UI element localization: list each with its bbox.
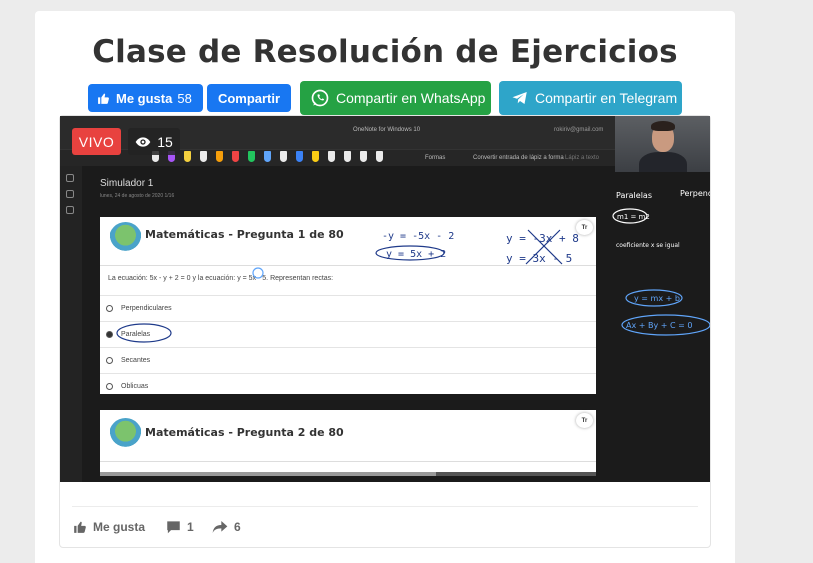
eye-icon: [135, 136, 151, 147]
comment-icon: [167, 521, 180, 534]
side-title-paralelas: Paralelas: [616, 191, 652, 200]
hand-eq1: -y = -5x - 2: [382, 231, 454, 242]
presenter-webcam: [615, 116, 710, 172]
whatsapp-icon: [311, 89, 329, 107]
facebook-like-count: 58: [177, 90, 192, 106]
facebook-like-label: Me gusta: [116, 90, 173, 106]
share-action[interactable]: 6: [212, 519, 241, 535]
action-divider: [72, 506, 698, 507]
hand-eq1b: y = 5x + 2: [386, 249, 446, 260]
thumbs-up-icon: [74, 521, 86, 533]
like-label: Me gusta: [93, 520, 146, 534]
page-title: Clase de Resolución de Ejercicios: [92, 34, 678, 70]
facebook-like-button[interactable]: Me gusta 58: [88, 84, 203, 112]
like-action[interactable]: Me gusta: [73, 519, 145, 535]
hand-eq2b: y = 3x - 5: [506, 252, 572, 265]
side-note: coeficiente x se igual: [616, 242, 680, 249]
side-general: Ax + By + C = 0: [626, 321, 692, 330]
handwritten-annotations: -y = -5x - 2 y = 5x + 2 y = -3x + 8 y = …: [116, 189, 710, 343]
facebook-share-button[interactable]: Compartir: [207, 84, 291, 112]
share-count: 6: [234, 520, 241, 534]
whatsapp-share-label: Compartir en WhatsApp: [336, 90, 486, 106]
live-badge: VIVO: [72, 128, 121, 155]
comment-count: 1: [187, 520, 194, 534]
share-arrow-icon: [212, 521, 228, 533]
facebook-share-label: Compartir: [217, 90, 281, 106]
thumbs-up-icon: [98, 93, 109, 104]
viewer-count-value: 15: [157, 133, 173, 150]
whatsapp-share-button[interactable]: Compartir en WhatsApp: [300, 81, 491, 115]
telegram-share-label: Compartir en Telegram: [535, 90, 678, 106]
comment-action[interactable]: 1: [166, 519, 194, 535]
telegram-share-button[interactable]: Compartir en Telegram: [499, 81, 682, 115]
side-title-perpendiculares: Perpendi: [680, 189, 710, 198]
live-video-player[interactable]: OneNote for Windows 10 rokiriv@gmail.com…: [60, 116, 710, 482]
hand-eq2: y = -3x + 8: [506, 232, 579, 245]
side-form: y = mx + b: [634, 294, 680, 303]
telegram-icon: [512, 92, 527, 104]
viewer-count: 15: [128, 128, 180, 155]
